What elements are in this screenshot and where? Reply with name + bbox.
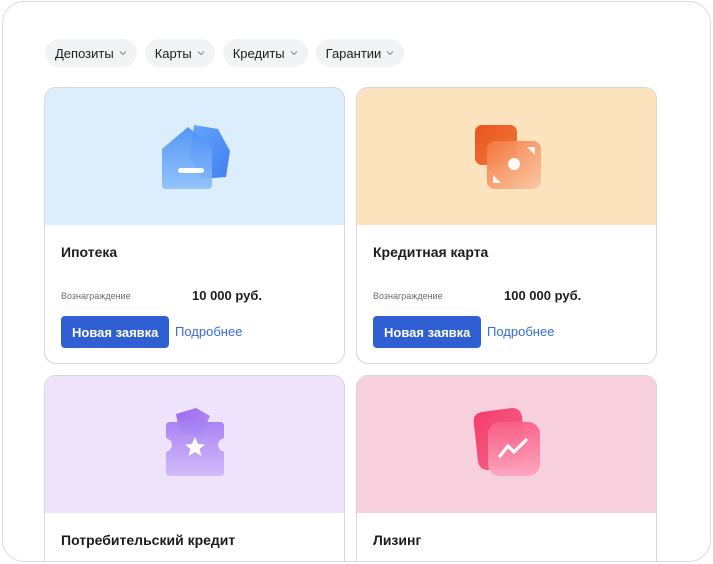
card-title: Потребительский кредит xyxy=(61,532,236,548)
reward-label: Вознаграждение xyxy=(373,291,443,301)
details-link[interactable]: Подробнее xyxy=(175,324,242,339)
chevron-down-icon xyxy=(119,51,127,56)
product-card-credit-card: Кредитная карта Вознаграждение 100 000 р… xyxy=(356,87,657,364)
details-link[interactable]: Подробнее xyxy=(487,324,554,339)
new-application-button[interactable]: Новая заявка xyxy=(373,316,482,348)
house-icon xyxy=(161,124,230,189)
chevron-down-icon xyxy=(290,51,298,56)
chevron-down-icon xyxy=(197,51,205,56)
chevron-down-icon xyxy=(386,51,394,56)
filter-label: Кредиты xyxy=(232,45,285,61)
filter-label: Карты xyxy=(154,45,192,61)
card-title: Ипотека xyxy=(61,244,118,260)
card-hero xyxy=(45,88,344,225)
card-hero xyxy=(357,376,656,513)
product-card-mortgage: Ипотека Вознаграждение 10 000 руб. Новая… xyxy=(44,87,345,364)
credit-card-icon xyxy=(474,124,541,189)
card-hero xyxy=(357,88,656,225)
filter-bar: Депозиты Карты Кредиты Гарантии xyxy=(45,39,405,67)
reward-label: Вознаграждение xyxy=(61,291,131,301)
reward-value: 10 000 руб. xyxy=(192,288,263,303)
new-application-button[interactable]: Новая заявка xyxy=(61,316,170,348)
card-title: Лизинг xyxy=(373,532,422,548)
filter-cards[interactable]: Карты xyxy=(144,39,215,67)
star-ticket-icon xyxy=(165,407,224,476)
filter-label: Гарантии xyxy=(325,45,382,61)
filter-deposits[interactable]: Депозиты xyxy=(45,39,137,67)
reward-value: 100 000 руб. xyxy=(504,288,582,303)
filter-credits[interactable]: Кредиты xyxy=(222,39,308,67)
product-card-leasing: Лизинг xyxy=(356,375,657,561)
app-frame: Депозиты Карты Кредиты Гарантии Ипотека … xyxy=(2,1,711,562)
filter-label: Депозиты xyxy=(55,45,114,61)
filter-guarantees[interactable]: Гарантии xyxy=(315,39,405,67)
chart-trend-icon xyxy=(473,407,540,476)
product-card-consumer-loan: Потребительский кредит xyxy=(44,375,345,561)
card-hero xyxy=(45,376,344,513)
card-title: Кредитная карта xyxy=(373,244,489,260)
